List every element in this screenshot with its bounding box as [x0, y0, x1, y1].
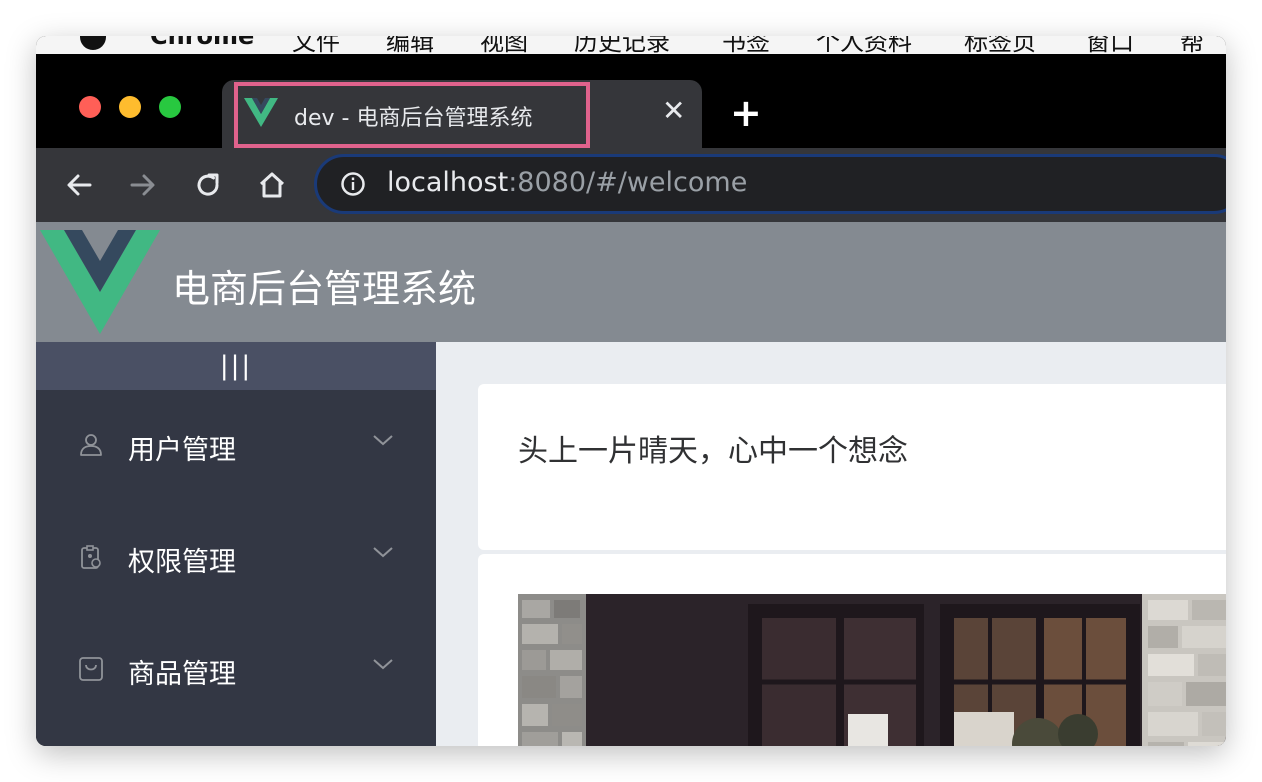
sidebar-item-permissions[interactable]: 权限管理: [36, 502, 436, 614]
close-window-button[interactable]: [79, 96, 101, 118]
zoom-window-button[interactable]: [159, 96, 181, 118]
browser-window: Chrome 文件 编辑 视图 历史记录 书签 个人资料 标签页 窗口 帮助 d…: [36, 36, 1226, 746]
chevron-down-icon: [373, 547, 393, 558]
vue-logo-icon: [40, 230, 160, 334]
app-header: 电商后台管理系统: [36, 222, 1226, 342]
welcome-text: 头上一片晴天，心中一个想念: [518, 434, 908, 469]
arrow-left-icon: [67, 174, 92, 196]
url-text[interactable]: localhost:8080/#/welcome: [387, 167, 747, 198]
sidebar: ||| 用户管理 权限管理 商品管理: [36, 342, 436, 746]
url-host: localhost: [387, 167, 509, 198]
permission-icon: [81, 545, 101, 569]
info-icon[interactable]: [341, 172, 365, 196]
tab-strip: dev - 电商后台管理系统 ✕ +: [36, 54, 1226, 148]
tab-close-icon[interactable]: ✕: [662, 94, 685, 127]
forward-button[interactable]: [124, 166, 162, 204]
welcome-card: 头上一片晴天，心中一个想念: [478, 384, 1226, 550]
main-content: 头上一片晴天，心中一个想念: [436, 342, 1226, 746]
sidebar-item-label: 商品管理: [128, 659, 236, 690]
back-button[interactable]: [60, 166, 98, 204]
sidebar-item-users[interactable]: 用户管理: [36, 390, 436, 502]
browser-toolbar: localhost:8080/#/welcome: [36, 148, 1226, 222]
arrow-right-icon: [130, 174, 155, 196]
sidebar-item-label: 用户管理: [128, 435, 236, 466]
address-bar[interactable]: localhost:8080/#/welcome: [314, 154, 1226, 214]
chevron-down-icon: [373, 659, 393, 670]
user-icon: [80, 434, 102, 456]
image-card: [478, 554, 1226, 746]
home-icon: [259, 172, 285, 198]
home-button[interactable]: [253, 166, 291, 204]
reload-icon: [197, 173, 219, 196]
welcome-photo: [518, 594, 1226, 746]
reload-button[interactable]: [189, 166, 227, 204]
menubar-app-name[interactable]: Chrome: [150, 36, 254, 50]
sidebar-toggle-button[interactable]: |||: [36, 342, 436, 390]
url-path: :8080/#/welcome: [508, 167, 748, 198]
window-photo-image: [518, 594, 1226, 746]
sidebar-item-label: 权限管理: [128, 547, 236, 578]
apple-icon[interactable]: [80, 36, 106, 50]
macos-menubar: Chrome 文件 编辑 视图 历史记录 书签 个人资料 标签页 窗口 帮助: [36, 36, 1226, 91]
sidebar-item-goods[interactable]: 商品管理: [36, 614, 436, 726]
minimize-window-button[interactable]: [119, 96, 141, 118]
chevron-down-icon: [373, 435, 393, 446]
tab-highlight-box: [234, 82, 590, 148]
new-tab-button[interactable]: +: [730, 94, 762, 132]
shopping-bag-icon: [79, 657, 103, 681]
app-title: 电商后台管理系统: [172, 267, 477, 311]
